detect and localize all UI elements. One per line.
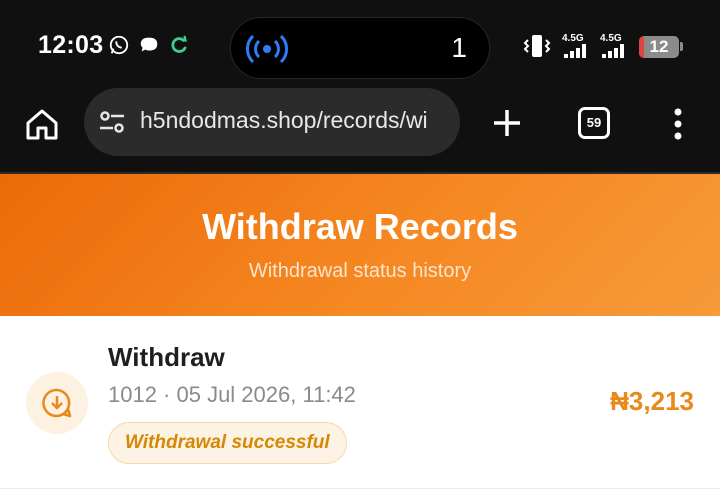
page-title: Withdraw Records [202, 206, 518, 247]
new-tab-icon[interactable] [490, 106, 524, 140]
battery-tip [680, 42, 683, 51]
record-icon-badge [26, 372, 88, 434]
battery-level: 12 [649, 37, 669, 56]
island-count: 1 [451, 32, 467, 63]
battery-indicator: 12 [639, 36, 679, 58]
download-circle-icon [42, 388, 72, 418]
more-menu-icon[interactable] [670, 106, 686, 142]
vibrate-icon [523, 35, 551, 57]
hotspot-icon [246, 34, 288, 64]
home-icon[interactable] [24, 106, 60, 142]
address-bar[interactable]: h5ndodmas.shop/records/wi [84, 88, 460, 156]
row-divider [0, 488, 720, 489]
dynamic-island[interactable]: 1 [230, 17, 490, 79]
clock: 12:03 [38, 31, 104, 59]
tab-switcher-button[interactable]: 59 [578, 107, 610, 139]
network-type-1: 4.5G [562, 33, 584, 44]
record-meta: 1012 · 05 Jul 2026, 11:42 [108, 382, 356, 407]
page-subtitle: Withdrawal status history [248, 260, 472, 282]
sync-icon [171, 35, 187, 53]
signal-icon-2 [602, 44, 624, 58]
url-text[interactable]: h5ndodmas.shop/records/wi [140, 107, 450, 134]
browser-toolbar: h5ndodmas.shop/records/wi 59 [0, 88, 720, 172]
site-settings-icon[interactable] [98, 108, 126, 136]
chat-bubble-icon [140, 37, 158, 52]
signal-icon-1 [564, 44, 586, 58]
status-badge: Withdrawal successful [108, 422, 347, 464]
record-row[interactable]: Withdraw 1012 · 05 Jul 2026, 11:42 Withd… [0, 316, 720, 488]
page-header: Withdraw Records Withdrawal status histo… [0, 174, 720, 316]
status-bar: 12:03 1 4.5G 4.5G 12 [0, 0, 720, 92]
network-type-2: 4.5G [600, 33, 622, 44]
record-title: Withdraw [108, 342, 225, 372]
record-amount: ₦3,213 [610, 386, 694, 416]
whatsapp-icon [109, 35, 129, 55]
